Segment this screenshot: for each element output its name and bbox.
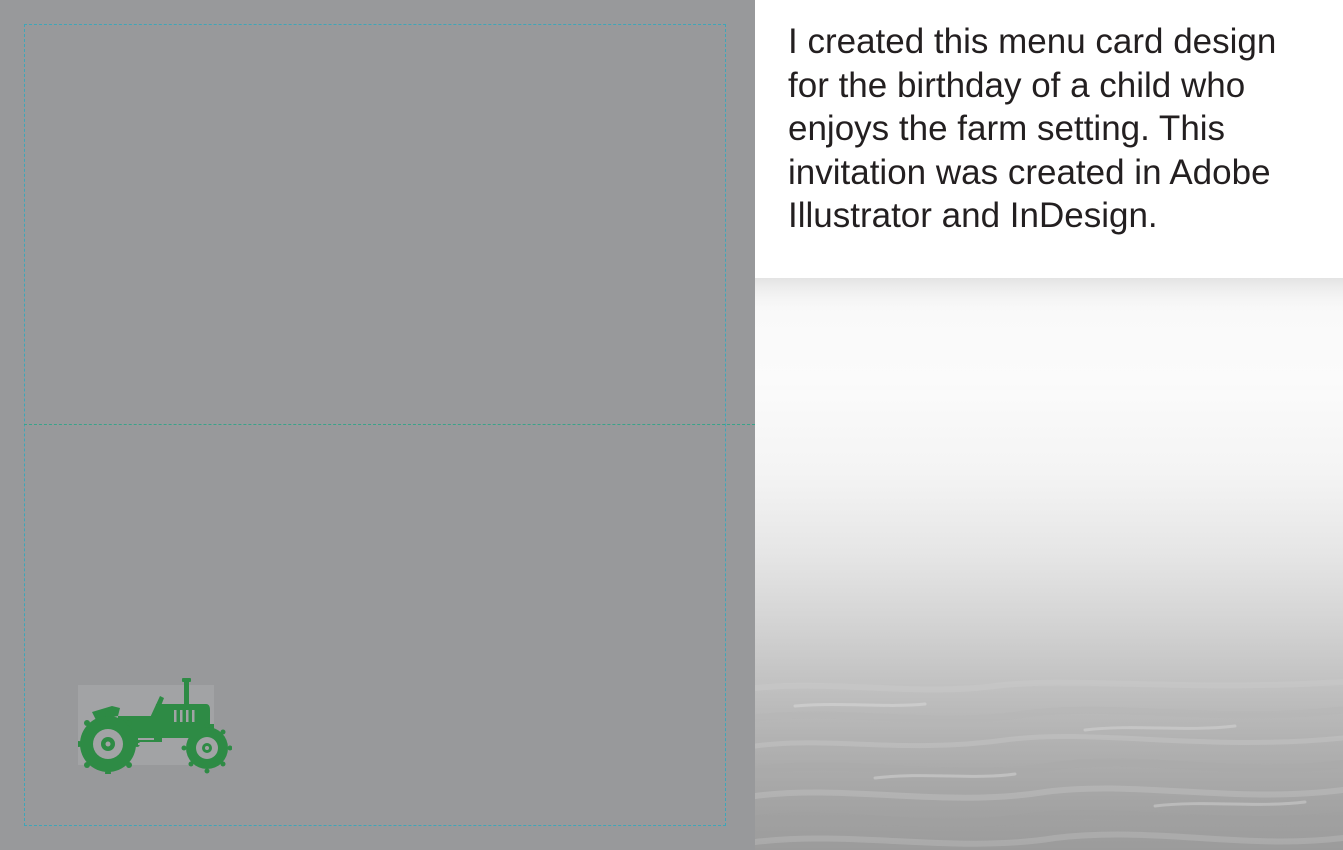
fold-guide (24, 424, 755, 425)
tractor-icon (78, 678, 232, 774)
page: I created this menu card design for the … (0, 0, 1343, 850)
misty-water-photo (755, 278, 1343, 850)
menu-card-artboard (0, 0, 755, 850)
description-text: I created this menu card design for the … (788, 22, 1277, 235)
description-panel: I created this menu card design for the … (755, 0, 1343, 278)
